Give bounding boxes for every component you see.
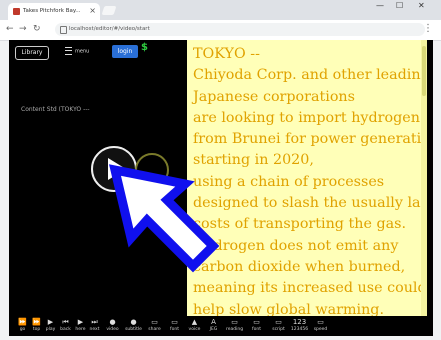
toolbar-button-subtitle[interactable]: ● subtitle bbox=[125, 318, 142, 333]
toolbar-video-icon: ● bbox=[109, 318, 116, 326]
transcript-line: carbon dioxide when burned, bbox=[193, 258, 406, 275]
bottom-toolbar: ⏩ go ⏩ top ▶ play ⏮ back ▶ here ⏭ next ● video ● subtit… bbox=[9, 316, 433, 336]
transcript-line: TOKYO -- bbox=[193, 46, 260, 62]
transcript-line: meaning its increased use could bbox=[193, 280, 427, 297]
toolbar-play-icon: ▶ bbox=[47, 318, 54, 326]
toolbar-go-icon: ⏩ bbox=[18, 318, 27, 326]
toolbar-button-font[interactable]: ▭ font bbox=[249, 318, 264, 333]
back-arrow-icon[interactable]: ← bbox=[6, 24, 14, 34]
close-window-button[interactable]: ✕ bbox=[418, 1, 425, 10]
url-input[interactable]: localhost/editor/#/video/start bbox=[55, 23, 425, 36]
transcript-line: costs of transporting the gas. bbox=[193, 216, 407, 233]
url-text: localhost/editor/#/video/start bbox=[69, 26, 150, 32]
minimize-button[interactable]: — bbox=[376, 1, 384, 10]
transcript-line: from Brunei for power generation bbox=[193, 131, 427, 148]
toolbar-jeg-icon: A bbox=[211, 318, 216, 326]
reader-app: Library menu login $ Content Std (TOKYO … bbox=[9, 40, 433, 336]
toolbar-button-voice[interactable]: ▲ voice bbox=[187, 318, 202, 333]
toolbar-next-icon: ⏭ bbox=[91, 318, 98, 326]
favicon-icon bbox=[13, 8, 20, 15]
toolbar-button-script[interactable]: ▭ script bbox=[271, 318, 286, 333]
toolbar-button-label: reading bbox=[225, 327, 244, 332]
address-bar-row: ← → ↻ localhost/editor/#/video/start ⋮ bbox=[0, 20, 441, 41]
toolbar-font-icon: ▭ bbox=[171, 318, 178, 326]
hamburger-icon bbox=[65, 47, 72, 55]
toolbar-button-speed[interactable]: ▭ speed bbox=[313, 318, 328, 333]
toolbar-button-jeg[interactable]: A JEG bbox=[206, 318, 221, 333]
transcript-line: designed to slash the usually large bbox=[193, 195, 427, 212]
toolbar-button-label: 123456 bbox=[290, 327, 309, 332]
scrollbar-thumb[interactable] bbox=[422, 46, 426, 96]
toolbar-script-icon: ▭ bbox=[275, 318, 282, 326]
app-top-bar: Library menu login $ bbox=[9, 40, 189, 64]
toolbar-back-icon: ⏮ bbox=[62, 318, 69, 326]
info-icon bbox=[60, 26, 67, 34]
transcript-line: are looking to import hydrogen bbox=[193, 109, 420, 126]
toolbar-button-label: script bbox=[272, 327, 285, 332]
content-label: Content Std (TOKYO --- bbox=[21, 106, 90, 113]
maximize-button[interactable]: ☐ bbox=[396, 1, 403, 10]
toolbar-button-label: font bbox=[252, 327, 261, 332]
toolbar-button-label: subtitle bbox=[125, 327, 142, 332]
new-tab-button[interactable] bbox=[101, 6, 117, 15]
toolbar-button-video[interactable]: ● video bbox=[105, 318, 120, 333]
toolbar-123456-icon: 123 bbox=[292, 318, 307, 326]
browser-tab[interactable]: Takes Pitchfork Bay... × bbox=[8, 3, 100, 20]
transcript-line: using a chain of processes bbox=[193, 173, 385, 190]
browser-menu-icon[interactable]: ⋮ bbox=[423, 23, 433, 34]
toolbar-button-next[interactable]: ⏭ next bbox=[87, 318, 102, 333]
toolbar-button-label: speed bbox=[313, 327, 328, 332]
transcript-text: TOKYO -- Chiyoda Corp. and other leading J… bbox=[193, 44, 427, 316]
toolbar-speed-icon: ▭ bbox=[317, 318, 324, 326]
menu-button[interactable]: menu bbox=[65, 47, 89, 55]
toolbar-top-icon: ⏩ bbox=[32, 318, 41, 326]
library-button[interactable]: Library bbox=[15, 46, 49, 60]
forward-arrow-icon[interactable]: → bbox=[19, 24, 27, 34]
reload-icon[interactable]: ↻ bbox=[33, 24, 41, 34]
toolbar-reading-icon: ▭ bbox=[231, 318, 238, 326]
transcript-line: Chiyoda Corp. and other leading bbox=[193, 67, 427, 84]
transcript-line: Hydrogen does not emit any bbox=[193, 237, 399, 254]
transcript-pane: TOKYO -- Chiyoda Corp. and other leading J… bbox=[187, 40, 427, 316]
transcript-line: starting in 2020, bbox=[193, 152, 314, 169]
transcript-line: Japanese corporations bbox=[193, 88, 355, 105]
tab-close-icon[interactable]: × bbox=[89, 6, 96, 15]
tab-title: Takes Pitchfork Bay... bbox=[23, 8, 81, 14]
toolbar-button-share[interactable]: ▭ share bbox=[147, 318, 162, 333]
toolbar-font-icon: ▭ bbox=[253, 318, 260, 326]
toolbar-button-label: JEG bbox=[209, 327, 218, 332]
browser-tab-bar: Takes Pitchfork Bay... × — ☐ ✕ bbox=[0, 0, 441, 20]
toolbar-button-123456[interactable]: 123 123456 bbox=[291, 318, 308, 333]
toolbar-subtitle-icon: ● bbox=[130, 318, 137, 326]
toolbar-button-label: video bbox=[106, 327, 119, 332]
transcript-line: help slow global warming. bbox=[193, 301, 384, 316]
menu-label: menu bbox=[75, 48, 90, 55]
pointer-arrow-icon bbox=[109, 164, 219, 273]
toolbar-voice-icon: ▲ bbox=[191, 318, 198, 326]
toolbar-button-font[interactable]: ▭ font bbox=[167, 318, 182, 333]
login-button[interactable]: login bbox=[112, 45, 138, 58]
dollar-icon[interactable]: $ bbox=[141, 42, 148, 53]
toolbar-here-icon: ▶ bbox=[77, 318, 84, 326]
toolbar-share-icon: ▭ bbox=[151, 318, 158, 326]
transcript-scrollbar[interactable] bbox=[421, 40, 427, 316]
toolbar-button-reading[interactable]: ▭ reading bbox=[226, 318, 243, 333]
